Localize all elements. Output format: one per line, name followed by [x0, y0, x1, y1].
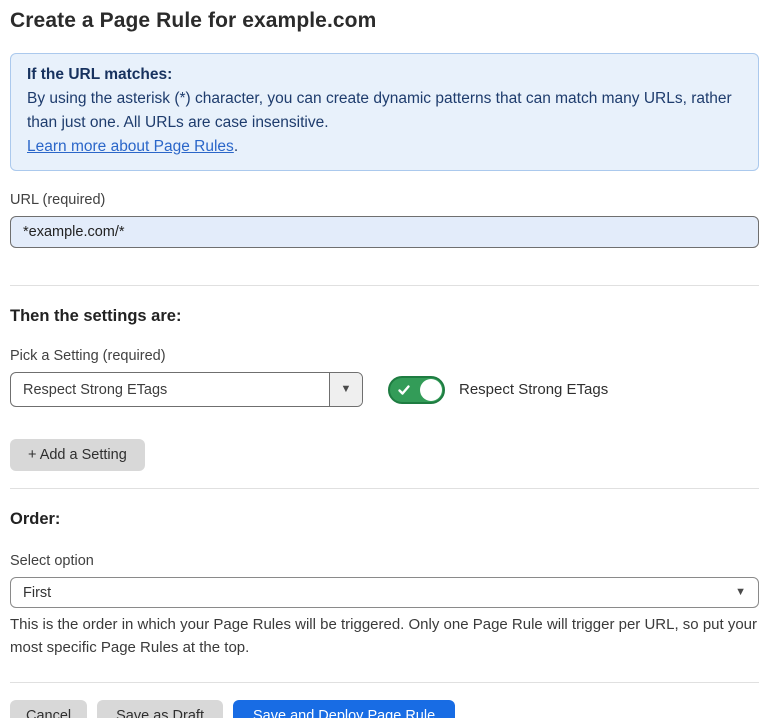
url-field-label: URL (required) — [10, 192, 759, 208]
divider — [10, 682, 759, 683]
page-title: Create a Page Rule for example.com — [10, 9, 759, 33]
order-select-label: Select option — [10, 553, 759, 569]
cancel-button[interactable]: Cancel — [10, 700, 87, 718]
setting-select-dropdown[interactable]: Respect Strong ETags ▼ — [10, 372, 363, 407]
checkmark-icon — [397, 383, 411, 397]
info-box-body: By using the asterisk (*) character, you… — [27, 87, 742, 135]
etags-toggle-group: Respect Strong ETags — [388, 376, 608, 404]
order-help-text: This is the order in which your Page Rul… — [10, 613, 759, 659]
url-input[interactable] — [10, 216, 759, 248]
form-footer: Cancel Save as Draft Save and Deploy Pag… — [10, 700, 759, 718]
etags-toggle-label: Respect Strong ETags — [459, 381, 608, 398]
save-as-draft-button[interactable]: Save as Draft — [97, 700, 223, 718]
caret-down-icon: ▼ — [341, 384, 352, 395]
setting-select-value: Respect Strong ETags — [11, 373, 329, 406]
divider — [10, 285, 759, 286]
setting-select-arrow-box[interactable]: ▼ — [329, 373, 362, 406]
create-page-rule-form: Create a Page Rule for example.com If th… — [0, 9, 769, 718]
divider — [10, 488, 759, 489]
settings-section-heading: Then the settings are: — [10, 307, 759, 326]
order-select-dropdown[interactable]: First ▼ — [10, 577, 759, 608]
toggle-knob — [420, 379, 442, 401]
etags-toggle[interactable] — [388, 376, 445, 404]
link-suffix-period: . — [234, 138, 238, 155]
caret-down-icon: ▼ — [735, 587, 746, 598]
info-box-heading: If the URL matches: — [27, 63, 742, 87]
learn-more-page-rules-link[interactable]: Learn more about Page Rules — [27, 138, 234, 155]
info-box-link-line: Learn more about Page Rules. — [27, 135, 742, 159]
order-section-heading: Order: — [10, 510, 759, 529]
save-and-deploy-button[interactable]: Save and Deploy Page Rule — [233, 700, 455, 718]
setting-row: Respect Strong ETags ▼ Respect Strong ET… — [10, 372, 759, 407]
add-setting-button[interactable]: + Add a Setting — [10, 439, 145, 471]
order-select-value: First — [23, 585, 51, 601]
url-field-group: URL (required) — [10, 192, 759, 248]
pick-setting-label: Pick a Setting (required) — [10, 348, 759, 364]
url-match-info-box: If the URL matches: By using the asteris… — [10, 53, 759, 171]
